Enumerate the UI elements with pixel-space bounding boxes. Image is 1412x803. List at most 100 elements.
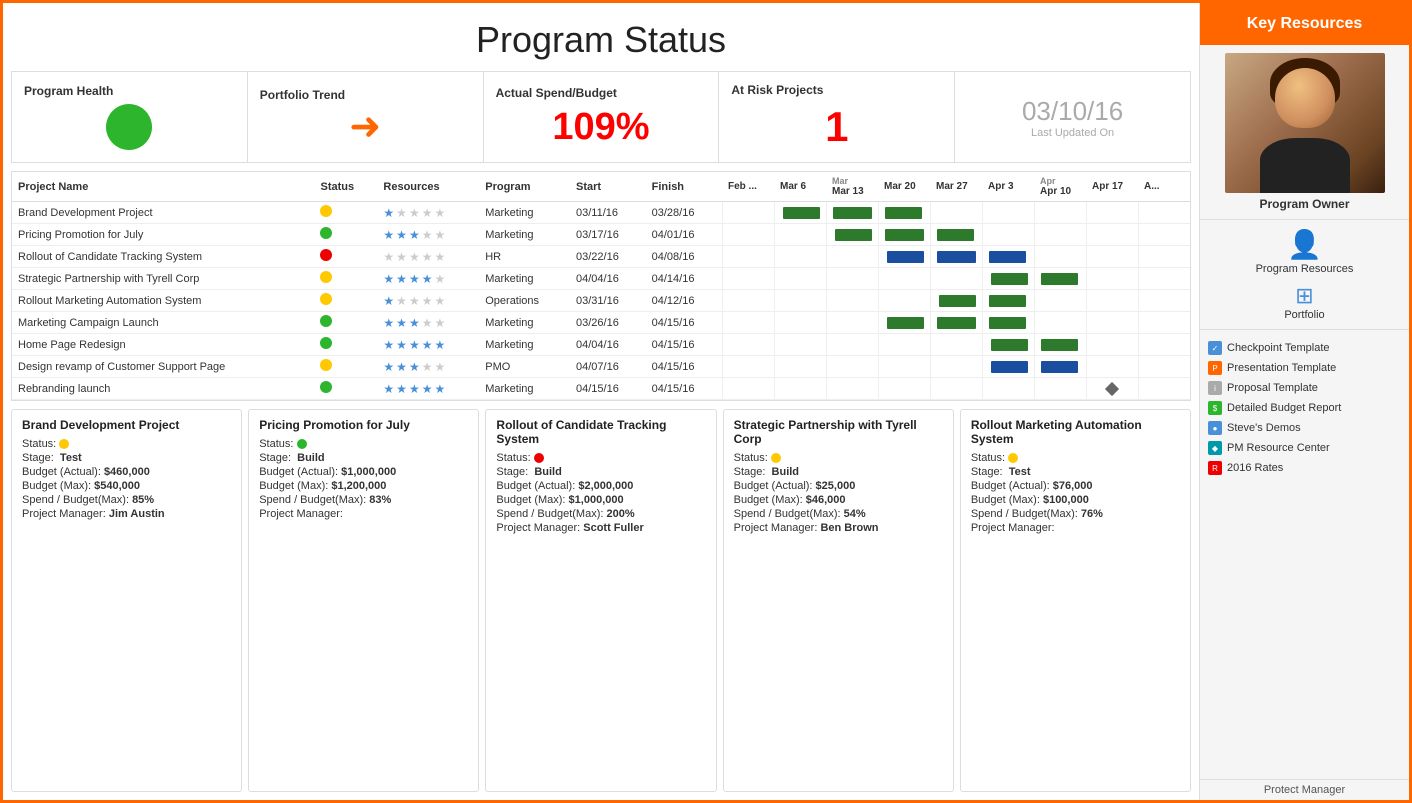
kpi-risk: At Risk Projects 1: [719, 72, 955, 162]
project-card: Brand Development Project Status: Stage:…: [11, 409, 242, 792]
star-empty: ★: [422, 294, 433, 308]
project-table: Project Name Status Resources Program St…: [12, 172, 1190, 400]
card-budget-max: Budget (Max): $46,000: [734, 494, 943, 506]
gantt-cell: [774, 202, 826, 224]
star-filled: ★: [409, 316, 420, 330]
star-empty: ★: [396, 206, 407, 220]
gantt-bar: [835, 229, 872, 241]
gantt-cell: [930, 202, 982, 224]
card-budget-max: Budget (Max): $540,000: [22, 480, 231, 492]
gantt-bar: [989, 295, 1026, 307]
cell-project-name: Rebranding launch: [12, 378, 314, 400]
status-dot: [320, 249, 332, 261]
col-apr-header: AprApr 10: [1034, 172, 1086, 202]
star-filled: ★: [409, 338, 420, 352]
gantt-cell: [930, 290, 982, 312]
kpi-trend: Portfolio Trend ➜: [248, 72, 484, 162]
gantt-cell: [930, 268, 982, 290]
gantt-cell: [722, 202, 774, 224]
status-dot: [320, 359, 332, 371]
star-empty: ★: [434, 272, 445, 286]
cell-start: 04/04/16: [570, 268, 646, 290]
gantt-cell: [1086, 202, 1138, 224]
cell-resources: ★★★★★: [377, 224, 479, 246]
gantt-cell: [1138, 268, 1190, 290]
sidebar-link[interactable]: ● Steve's Demos: [1208, 418, 1401, 438]
gantt-cell: [1138, 334, 1190, 356]
star-empty: ★: [434, 250, 445, 264]
star-filled: ★: [422, 338, 433, 352]
col-mar27: Mar 27: [930, 172, 982, 202]
page-title: Program Status: [11, 11, 1191, 71]
star-filled: ★: [383, 206, 394, 220]
gantt-cell: [774, 268, 826, 290]
gantt-cell: [1138, 312, 1190, 334]
card-stage: Stage: Test: [22, 452, 231, 464]
sidebar-link[interactable]: P Presentation Template: [1208, 358, 1401, 378]
cell-program: Marketing: [479, 312, 570, 334]
gantt-cell: [982, 378, 1034, 400]
cell-status: [314, 290, 377, 312]
table-row: Marketing Campaign Launch★★★★★Marketing0…: [12, 312, 1190, 334]
star-filled: ★: [409, 272, 420, 286]
gantt-bar: [887, 251, 924, 263]
gantt-cell: [1138, 246, 1190, 268]
star-empty: ★: [396, 250, 407, 264]
link-label: Detailed Budget Report: [1227, 402, 1341, 414]
star-filled: ★: [396, 382, 407, 396]
gantt-cell: [1034, 378, 1086, 400]
card-spend-budget: Spend / Budget(Max): 54%: [734, 508, 943, 520]
gantt-cell: [878, 378, 930, 400]
gantt-cell: [774, 312, 826, 334]
gantt-bar: [991, 361, 1028, 373]
gantt-bar: [783, 207, 820, 219]
cell-resources: ★★★★★: [377, 268, 479, 290]
gantt-cell: [1086, 246, 1138, 268]
sidebar-link[interactable]: ✓ Checkpoint Template: [1208, 338, 1401, 358]
col-mar20: Mar 20: [878, 172, 930, 202]
cell-project-name: Marketing Campaign Launch: [12, 312, 314, 334]
program-owner-photo: [1225, 53, 1385, 193]
gantt-bar: [991, 339, 1028, 351]
gantt-cell: [1138, 356, 1190, 378]
photo-face: [1275, 68, 1335, 128]
gantt-bar: [939, 295, 976, 307]
star-empty: ★: [422, 316, 433, 330]
gantt-cell: [982, 202, 1034, 224]
cell-finish: 04/15/16: [646, 334, 722, 356]
link-label: PM Resource Center: [1227, 442, 1330, 454]
gantt-cell: [982, 268, 1034, 290]
cell-program: Marketing: [479, 202, 570, 224]
card-status-dot: [771, 453, 781, 463]
cell-start: 04/15/16: [570, 378, 646, 400]
star-empty: ★: [396, 294, 407, 308]
bottom-cards: Brand Development Project Status: Stage:…: [11, 409, 1191, 792]
cell-resources: ★★★★★: [377, 312, 479, 334]
gantt-cell: [1034, 202, 1086, 224]
cell-project-name: Brand Development Project: [12, 202, 314, 224]
sidebar-link[interactable]: i Proposal Template: [1208, 378, 1401, 398]
star-filled: ★: [434, 338, 445, 352]
sidebar-link[interactable]: $ Detailed Budget Report: [1208, 398, 1401, 418]
status-dot: [320, 315, 332, 327]
cell-resources: ★★★★★: [377, 202, 479, 224]
kpi-row: Program Health Portfolio Trend ➜ Actual …: [11, 71, 1191, 163]
sidebar-link[interactable]: R 2016 Rates: [1208, 458, 1401, 478]
gantt-cell: [1138, 378, 1190, 400]
cell-start: 04/04/16: [570, 334, 646, 356]
gantt-cell: [878, 356, 930, 378]
sidebar-link[interactable]: ◆ PM Resource Center: [1208, 438, 1401, 458]
gantt-cell: [722, 224, 774, 246]
sidebar: Key Resources Program Owner 👤 Program Re…: [1199, 3, 1409, 800]
gantt-cell: [774, 290, 826, 312]
cell-start: 03/22/16: [570, 246, 646, 268]
kpi-date-value: 03/10/16: [1022, 96, 1123, 127]
card-budget-actual: Budget (Actual): $25,000: [734, 480, 943, 492]
col-apr3: Apr 3: [982, 172, 1034, 202]
resources-person-icon: 👤: [1208, 228, 1401, 261]
cell-program: Marketing: [479, 268, 570, 290]
gantt-cell: [878, 224, 930, 246]
content-area: Program Status Program Health Portfolio …: [3, 3, 1199, 800]
card-spend-budget: Spend / Budget(Max): 200%: [496, 508, 705, 520]
gantt-bar: [833, 207, 872, 219]
